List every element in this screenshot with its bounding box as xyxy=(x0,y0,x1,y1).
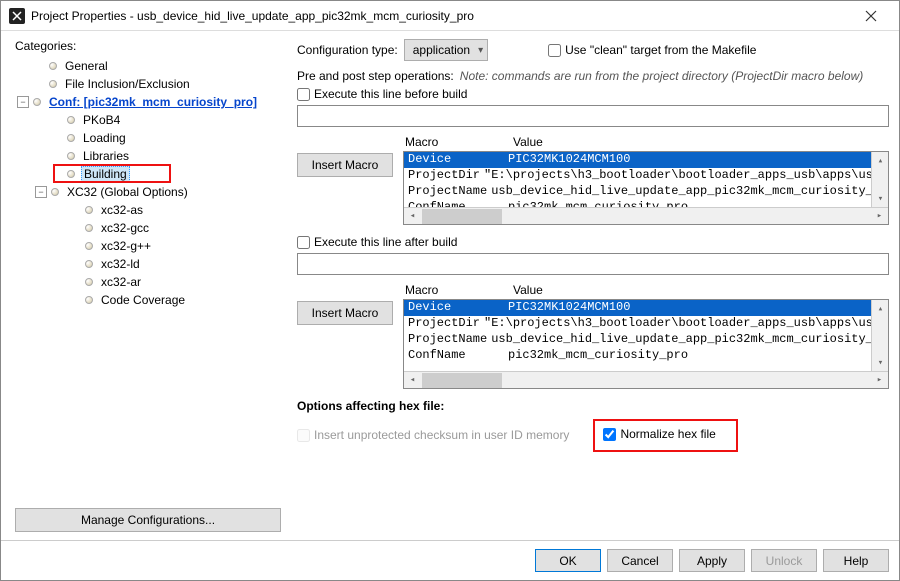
unlock-button: Unlock xyxy=(751,549,817,572)
tree-item-xc32-gpp[interactable]: xc32-g++ xyxy=(15,237,281,255)
config-type-label: Configuration type: xyxy=(297,43,398,57)
help-button[interactable]: Help xyxy=(823,549,889,572)
tree-item-xc32-ld[interactable]: xc32-ld xyxy=(15,255,281,273)
insert-macro-before-button[interactable]: Insert Macro xyxy=(297,153,393,177)
pre-post-note: Note: commands are run from the project … xyxy=(460,69,863,83)
config-type-combo[interactable]: application ▾ xyxy=(404,39,488,61)
exec-after-input[interactable] xyxy=(297,253,889,275)
tree-item-xc32-gcc[interactable]: xc32-gcc xyxy=(15,219,281,237)
ok-button[interactable]: OK xyxy=(535,549,601,572)
pre-post-label: Pre and post step operations: xyxy=(297,69,454,83)
macro-list-after[interactable]: DevicePIC32MK1024MCM100 ProjectDir"E:\pr… xyxy=(403,299,889,389)
exec-before-checkbox[interactable]: Execute this line before build xyxy=(297,87,889,101)
chevron-down-icon: ▾ xyxy=(478,45,483,56)
normalize-hex-checkbox[interactable]: Normalize hex file xyxy=(603,427,715,441)
apply-button[interactable]: Apply xyxy=(679,549,745,572)
scrollbar-vertical[interactable]: ▴▾ xyxy=(871,300,888,371)
insert-macro-after-button[interactable]: Insert Macro xyxy=(297,301,393,325)
tree-item-general[interactable]: General xyxy=(15,57,281,75)
tree-item-libraries[interactable]: Libraries xyxy=(15,147,281,165)
collapse-icon[interactable]: − xyxy=(35,186,47,198)
tree-item-code-coverage[interactable]: Code Coverage xyxy=(15,291,281,309)
exec-after-checkbox[interactable]: Execute this line after build xyxy=(297,235,889,249)
macro-header-value: Value xyxy=(513,283,887,297)
categories-tree: General File Inclusion/Exclusion −Conf: … xyxy=(15,55,281,502)
tree-item-conf[interactable]: −Conf: [pic32mk_mcm_curiosity_pro] xyxy=(15,93,281,111)
manage-configurations-button[interactable]: Manage Configurations... xyxy=(15,508,281,532)
macro-header-value: Value xyxy=(513,135,887,149)
scrollbar-horizontal[interactable]: ◂▸ xyxy=(404,207,888,224)
dialog-footer: OK Cancel Apply Unlock Help xyxy=(1,540,899,580)
insert-checksum-checkbox: Insert unprotected checksum in user ID m… xyxy=(297,428,569,442)
cancel-button[interactable]: Cancel xyxy=(607,549,673,572)
tree-item-xc32-as[interactable]: xc32-as xyxy=(15,201,281,219)
exec-before-input[interactable] xyxy=(297,105,889,127)
categories-label: Categories: xyxy=(15,39,281,53)
tree-item-building[interactable]: Building xyxy=(15,165,281,183)
tree-item-loading[interactable]: Loading xyxy=(15,129,281,147)
macro-list-before[interactable]: DevicePIC32MK1024MCM100 ProjectDir"E:\pr… xyxy=(403,151,889,225)
use-clean-checkbox[interactable]: Use "clean" target from the Makefile xyxy=(548,43,756,57)
macro-header-name: Macro xyxy=(405,135,513,149)
collapse-icon[interactable]: − xyxy=(17,96,29,108)
macro-header-name: Macro xyxy=(405,283,513,297)
titlebar: Project Properties - usb_device_hid_live… xyxy=(1,1,899,31)
close-button[interactable] xyxy=(851,2,891,30)
highlight-normalize: Normalize hex file xyxy=(593,419,737,452)
tree-item-xc32-ar[interactable]: xc32-ar xyxy=(15,273,281,291)
tree-item-pkob4[interactable]: PKoB4 xyxy=(15,111,281,129)
tree-item-file-inclusion[interactable]: File Inclusion/Exclusion xyxy=(15,75,281,93)
tree-item-xc32[interactable]: −XC32 (Global Options) xyxy=(15,183,281,201)
window-title: Project Properties - usb_device_hid_live… xyxy=(31,9,851,23)
scrollbar-vertical[interactable]: ▴▾ xyxy=(871,152,888,207)
options-heading: Options affecting hex file: xyxy=(297,399,889,413)
scrollbar-horizontal[interactable]: ◂▸ xyxy=(404,371,888,388)
app-icon xyxy=(9,8,25,24)
